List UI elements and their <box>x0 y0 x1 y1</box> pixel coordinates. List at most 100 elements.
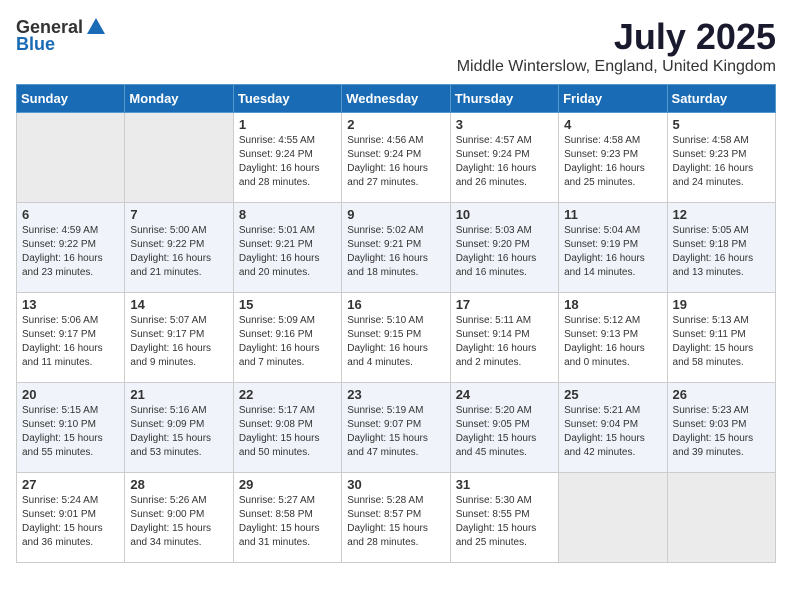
day-number: 11 <box>564 207 661 222</box>
calendar-cell: 5 Sunrise: 4:58 AM Sunset: 9:23 PM Daylig… <box>667 113 775 203</box>
calendar-cell: 1Sunrise: 4:55 AM Sunset: 9:24 PM Daylig… <box>233 113 341 203</box>
day-number: 9 <box>347 207 444 222</box>
calendar-week-row: 1Sunrise: 4:55 AM Sunset: 9:24 PM Daylig… <box>17 113 776 203</box>
calendar-cell: 17 Sunrise: 5:11 AM Sunset: 9:14 PM Dayli… <box>450 293 558 383</box>
calendar-cell: 20 Sunrise: 5:15 AM Sunset: 9:10 PM Dayli… <box>17 383 125 473</box>
day-number: 3 <box>456 117 553 132</box>
day-info: Sunrise: 4:57 AM Sunset: 9:24 PM Dayligh… <box>456 134 553 190</box>
calendar-cell: 11Sunrise: 5:04 AM Sunset: 9:19 PM Dayli… <box>559 203 667 293</box>
day-number: 23 <box>347 387 444 402</box>
day-number: 24 <box>456 387 553 402</box>
logo-icon <box>85 16 107 38</box>
calendar-week-row: 20 Sunrise: 5:15 AM Sunset: 9:10 PM Dayli… <box>17 383 776 473</box>
day-info: Sunrise: 5:30 AM Sunset: 8:55 PM Dayligh… <box>456 494 553 550</box>
day-info: Sunrise: 5:20 AM Sunset: 9:05 PM Dayligh… <box>456 404 553 460</box>
day-number: 8 <box>239 207 336 222</box>
day-info: Sunrise: 5:10 AM Sunset: 9:15 PM Dayligh… <box>347 314 444 370</box>
calendar-header-wednesday: Wednesday <box>342 85 450 113</box>
day-info: Sunrise: 5:24 AM Sunset: 9:01 PM Dayligh… <box>22 494 119 550</box>
calendar-cell: 19Sunrise: 5:13 AM Sunset: 9:11 PM Dayli… <box>667 293 775 383</box>
calendar-header-thursday: Thursday <box>450 85 558 113</box>
calendar-cell: 26Sunrise: 5:23 AM Sunset: 9:03 PM Dayli… <box>667 383 775 473</box>
day-info: Sunrise: 4:56 AM Sunset: 9:24 PM Dayligh… <box>347 134 444 190</box>
calendar-cell <box>667 473 775 563</box>
calendar-cell: 9 Sunrise: 5:02 AM Sunset: 9:21 PM Daylig… <box>342 203 450 293</box>
calendar-cell: 6Sunrise: 4:59 AM Sunset: 9:22 PM Daylig… <box>17 203 125 293</box>
calendar-cell: 21 Sunrise: 5:16 AM Sunset: 9:09 PM Dayli… <box>125 383 233 473</box>
day-info: Sunrise: 5:03 AM Sunset: 9:20 PM Dayligh… <box>456 224 553 280</box>
day-info: Sunrise: 4:58 AM Sunset: 9:23 PM Dayligh… <box>564 134 661 190</box>
header: General Blue July 2025 Middle Winterslow… <box>16 16 776 76</box>
calendar-cell: 10Sunrise: 5:03 AM Sunset: 9:20 PM Dayli… <box>450 203 558 293</box>
day-number: 21 <box>130 387 227 402</box>
day-number: 20 <box>22 387 119 402</box>
calendar-header-saturday: Saturday <box>667 85 775 113</box>
calendar-cell: 2 Sunrise: 4:56 AM Sunset: 9:24 PM Daylig… <box>342 113 450 203</box>
calendar-week-row: 13Sunrise: 5:06 AM Sunset: 9:17 PM Dayli… <box>17 293 776 383</box>
day-number: 12 <box>673 207 770 222</box>
day-info: Sunrise: 5:13 AM Sunset: 9:11 PM Dayligh… <box>673 314 770 370</box>
calendar-cell: 30 Sunrise: 5:28 AM Sunset: 8:57 PM Dayli… <box>342 473 450 563</box>
day-number: 2 <box>347 117 444 132</box>
day-number: 31 <box>456 477 553 492</box>
calendar-cell: 4 Sunrise: 4:58 AM Sunset: 9:23 PM Daylig… <box>559 113 667 203</box>
calendar-cell <box>17 113 125 203</box>
calendar-cell: 28 Sunrise: 5:26 AM Sunset: 9:00 PM Dayli… <box>125 473 233 563</box>
calendar-cell: 8 Sunrise: 5:01 AM Sunset: 9:21 PM Daylig… <box>233 203 341 293</box>
calendar-cell: 3 Sunrise: 4:57 AM Sunset: 9:24 PM Daylig… <box>450 113 558 203</box>
day-number: 27 <box>22 477 119 492</box>
day-info: Sunrise: 5:26 AM Sunset: 9:00 PM Dayligh… <box>130 494 227 550</box>
calendar-header-friday: Friday <box>559 85 667 113</box>
day-number: 25 <box>564 387 661 402</box>
day-number: 16 <box>347 297 444 312</box>
day-number: 17 <box>456 297 553 312</box>
calendar-cell <box>125 113 233 203</box>
calendar-week-row: 27 Sunrise: 5:24 AM Sunset: 9:01 PM Dayli… <box>17 473 776 563</box>
day-info: Sunrise: 5:11 AM Sunset: 9:14 PM Dayligh… <box>456 314 553 370</box>
calendar-cell: 22Sunrise: 5:17 AM Sunset: 9:08 PM Dayli… <box>233 383 341 473</box>
day-number: 13 <box>22 297 119 312</box>
day-number: 30 <box>347 477 444 492</box>
calendar-cell: 25 Sunrise: 5:21 AM Sunset: 9:04 PM Dayli… <box>559 383 667 473</box>
calendar-table: SundayMondayTuesdayWednesdayThursdayFrid… <box>16 84 776 563</box>
calendar-header-monday: Monday <box>125 85 233 113</box>
day-info: Sunrise: 5:09 AM Sunset: 9:16 PM Dayligh… <box>239 314 336 370</box>
day-number: 14 <box>130 297 227 312</box>
logo-blue-text: Blue <box>16 34 55 55</box>
month-title: July 2025 <box>457 16 776 58</box>
day-info: Sunrise: 5:00 AM Sunset: 9:22 PM Dayligh… <box>130 224 227 280</box>
day-info: Sunrise: 5:27 AM Sunset: 8:58 PM Dayligh… <box>239 494 336 550</box>
day-info: Sunrise: 5:02 AM Sunset: 9:21 PM Dayligh… <box>347 224 444 280</box>
day-info: Sunrise: 4:58 AM Sunset: 9:23 PM Dayligh… <box>673 134 770 190</box>
calendar-header-tuesday: Tuesday <box>233 85 341 113</box>
day-info: Sunrise: 5:21 AM Sunset: 9:04 PM Dayligh… <box>564 404 661 460</box>
day-number: 26 <box>673 387 770 402</box>
day-info: Sunrise: 5:07 AM Sunset: 9:17 PM Dayligh… <box>130 314 227 370</box>
day-info: Sunrise: 5:05 AM Sunset: 9:18 PM Dayligh… <box>673 224 770 280</box>
day-number: 29 <box>239 477 336 492</box>
calendar-cell: 27 Sunrise: 5:24 AM Sunset: 9:01 PM Dayli… <box>17 473 125 563</box>
calendar-cell: 12 Sunrise: 5:05 AM Sunset: 9:18 PM Dayli… <box>667 203 775 293</box>
day-info: Sunrise: 5:16 AM Sunset: 9:09 PM Dayligh… <box>130 404 227 460</box>
calendar-cell: 13Sunrise: 5:06 AM Sunset: 9:17 PM Dayli… <box>17 293 125 383</box>
calendar-cell: 15Sunrise: 5:09 AM Sunset: 9:16 PM Dayli… <box>233 293 341 383</box>
calendar-cell: 16 Sunrise: 5:10 AM Sunset: 9:15 PM Dayli… <box>342 293 450 383</box>
day-info: Sunrise: 5:01 AM Sunset: 9:21 PM Dayligh… <box>239 224 336 280</box>
calendar-cell: 24 Sunrise: 5:20 AM Sunset: 9:05 PM Dayli… <box>450 383 558 473</box>
calendar-cell: 29 Sunrise: 5:27 AM Sunset: 8:58 PM Dayli… <box>233 473 341 563</box>
calendar-cell <box>559 473 667 563</box>
calendar-week-row: 6Sunrise: 4:59 AM Sunset: 9:22 PM Daylig… <box>17 203 776 293</box>
day-number: 28 <box>130 477 227 492</box>
day-info: Sunrise: 5:12 AM Sunset: 9:13 PM Dayligh… <box>564 314 661 370</box>
day-info: Sunrise: 5:17 AM Sunset: 9:08 PM Dayligh… <box>239 404 336 460</box>
day-number: 7 <box>130 207 227 222</box>
day-number: 18 <box>564 297 661 312</box>
day-info: Sunrise: 4:59 AM Sunset: 9:22 PM Dayligh… <box>22 224 119 280</box>
day-info: Sunrise: 5:28 AM Sunset: 8:57 PM Dayligh… <box>347 494 444 550</box>
day-number: 1 <box>239 117 336 132</box>
logo: General Blue <box>16 16 107 55</box>
day-number: 5 <box>673 117 770 132</box>
day-info: Sunrise: 5:15 AM Sunset: 9:10 PM Dayligh… <box>22 404 119 460</box>
calendar-header-row: SundayMondayTuesdayWednesdayThursdayFrid… <box>17 85 776 113</box>
day-number: 4 <box>564 117 661 132</box>
